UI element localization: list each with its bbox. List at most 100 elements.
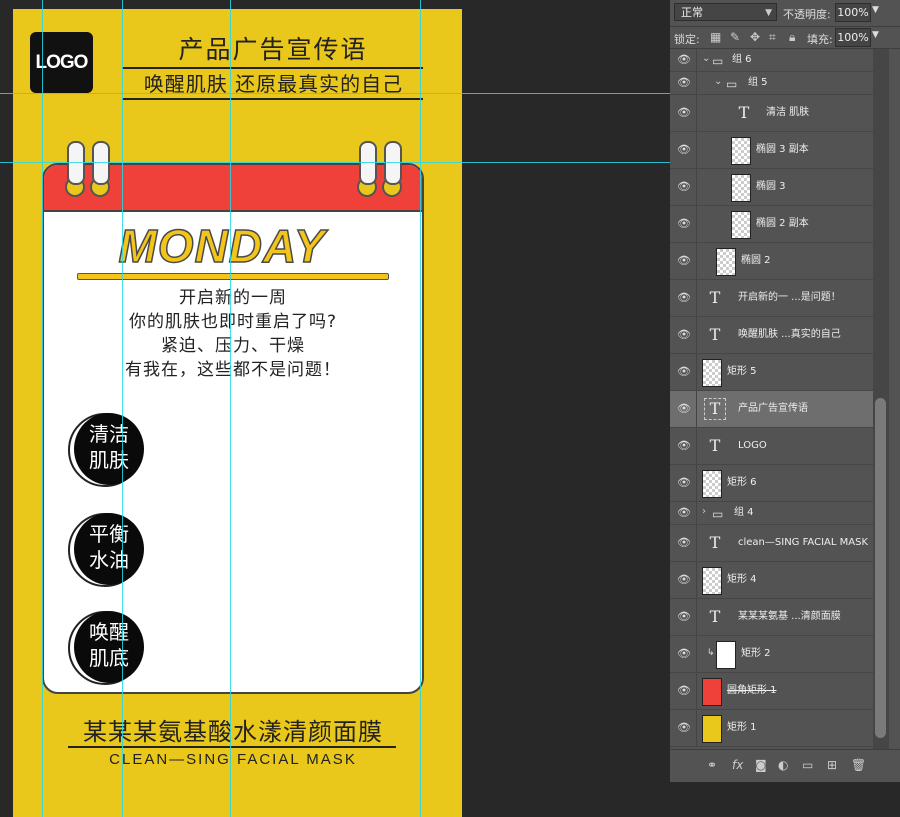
layer-row[interactable]: 👁︎ 矩形 1	[670, 710, 873, 747]
chevron-down-icon[interactable]: ▼	[872, 30, 879, 40]
layer-thumbnail	[702, 359, 722, 387]
eye-icon[interactable]: 👁︎	[677, 648, 691, 660]
layer-thumbnail	[716, 248, 736, 276]
body-line: 有我在，这些都不是问题！	[125, 360, 341, 380]
layer-row[interactable]: 👁︎ T clean—SING FACIAL MASK	[670, 525, 873, 562]
add-mask-icon[interactable]: ◙	[755, 758, 767, 772]
layer-thumbnail	[716, 641, 736, 669]
lock-all-icon[interactable]: 🔒︎	[789, 30, 795, 45]
text-layer-icon: T	[709, 325, 721, 344]
eye-icon[interactable]: 👁︎	[677, 722, 691, 734]
text-layer-icon: T	[709, 607, 721, 626]
layers-panel: 正常 ▼ 不透明度: 100% ▼ 锁定: ▦ ✎ ✥ ⌗ 🔒︎ 填充: 100…	[670, 0, 900, 782]
layer-row[interactable]: 👁︎ ↳ 矩形 2	[670, 636, 873, 673]
chevron-down-icon[interactable]: ▼	[872, 5, 879, 15]
binder-ring	[359, 141, 377, 185]
layer-row[interactable]: 👁︎ T 产品广告宣传语	[670, 391, 873, 428]
opacity-label: 不透明度:	[783, 8, 831, 21]
chevron-down-icon[interactable]: ⌄	[714, 76, 722, 87]
feature-badge: 平衡 水油	[68, 513, 144, 587]
folder-icon: ▭	[726, 77, 738, 91]
eye-icon[interactable]: 👁︎	[677, 77, 691, 89]
lock-transparent-icon[interactable]: ▦	[710, 30, 721, 44]
layer-thumbnail	[702, 715, 722, 743]
layer-row[interactable]: 👁︎ 椭圆 2	[670, 243, 873, 280]
text-layer-icon: T	[738, 103, 750, 122]
trash-icon[interactable]: 🗑︎	[851, 758, 866, 772]
lock-artboard-icon[interactable]: ⌗	[769, 30, 776, 45]
link-icon[interactable]: ⚭	[707, 758, 717, 772]
eye-icon[interactable]: 👁︎	[677, 107, 691, 119]
layer-row[interactable]: 👁︎ T LOGO	[670, 428, 873, 465]
fill-field[interactable]: 100%	[835, 28, 871, 47]
folder-icon: ▭	[712, 507, 724, 521]
eye-icon[interactable]: 👁︎	[677, 574, 691, 586]
eye-icon[interactable]: 👁︎	[677, 218, 691, 230]
eye-icon[interactable]: 👁︎	[677, 366, 691, 378]
eye-icon[interactable]: 👁︎	[677, 181, 691, 193]
chevron-right-icon[interactable]: ›	[702, 506, 706, 517]
layers-list: 👁︎ ⌄ ▭ 组 6 👁︎ ⌄ ▭ 组 5 👁︎ T 清洁 肌肤 👁︎ 椭圆 3…	[670, 49, 873, 749]
eye-icon[interactable]: 👁︎	[677, 144, 691, 156]
poster-canvas[interactable]: LOGO 产品广告宣传语 唤醒肌肤 还原最真实的自己 MONDAY 开启新的一周…	[13, 9, 462, 817]
layer-row[interactable]: 👁︎ 椭圆 2 副本	[670, 206, 873, 243]
lock-brush-icon[interactable]: ✎	[730, 30, 740, 44]
layer-row[interactable]: 👁︎ ⌄ ▭ 组 6	[670, 49, 873, 72]
text-layer-icon: T	[709, 533, 721, 552]
eye-icon[interactable]: 👁︎	[677, 477, 691, 489]
layer-row[interactable]: 👁︎ T 某某某氨基 ...清颜面膜	[670, 599, 873, 636]
lock-move-icon[interactable]: ✥	[750, 30, 760, 44]
eye-icon[interactable]: 👁︎	[677, 440, 691, 452]
text-layer-icon: T	[709, 436, 721, 455]
binder-ring	[67, 141, 85, 185]
layer-thumbnail	[731, 137, 751, 165]
body-copy: 开启新的一周 你的肌肤也即时重启了吗? 紧迫、压力、干燥 有我在，这些都不是问题…	[73, 286, 393, 382]
subline-rule	[122, 98, 423, 100]
adjustment-icon[interactable]: ◐	[778, 758, 788, 772]
layer-row[interactable]: 👁︎ 矩形 6	[670, 465, 873, 502]
layer-row[interactable]: 👁︎ 椭圆 3	[670, 169, 873, 206]
text-layer-icon: T	[709, 288, 721, 307]
body-line: 开启新的一周	[179, 288, 287, 308]
layer-row[interactable]: 👁︎ T 唤醒肌肤 ...真实的自己	[670, 317, 873, 354]
lock-row: 锁定: ▦ ✎ ✥ ⌗ 🔒︎ 填充: 100% ▼	[670, 26, 900, 49]
binder-ring	[92, 141, 110, 185]
day-title: MONDAY	[118, 219, 326, 273]
eye-icon[interactable]: 👁︎	[677, 292, 691, 304]
eye-icon[interactable]: 👁︎	[677, 403, 691, 415]
layer-row[interactable]: 👁︎ 椭圆 3 副本	[670, 132, 873, 169]
headline: 产品广告宣传语	[178, 35, 368, 64]
fx-button[interactable]: fx	[732, 758, 743, 772]
subline: 唤醒肌肤 还原最真实的自己	[143, 72, 404, 96]
opacity-field[interactable]: 100%	[835, 3, 871, 22]
product-rule	[68, 746, 396, 748]
lock-label: 锁定:	[674, 33, 700, 46]
layer-row[interactable]: 👁︎ T 开启新的一 ...是问题！	[670, 280, 873, 317]
chevron-down-icon: ▼	[765, 8, 772, 18]
new-layer-icon[interactable]: ⊞	[827, 758, 837, 772]
layer-row[interactable]: 👁︎ › ▭ 组 4	[670, 502, 873, 525]
clip-arrow-icon: ↳	[707, 648, 715, 658]
scrollbar-thumb[interactable]	[875, 398, 886, 738]
eye-icon[interactable]: 👁︎	[677, 685, 691, 697]
body-line: 紧迫、压力、干燥	[161, 336, 305, 356]
panel-footer: ⚭ fx ◙ ◐ ▭ ⊞ 🗑︎	[670, 749, 900, 782]
fill-label: 填充:	[807, 33, 833, 46]
chevron-down-icon[interactable]: ⌄	[702, 53, 710, 64]
product-name: 某某某氨基酸水漾清颜面膜	[83, 718, 383, 746]
blend-mode-select[interactable]: 正常 ▼	[674, 3, 777, 21]
eye-icon[interactable]: 👁︎	[677, 507, 691, 519]
layer-row[interactable]: 👁︎ ⌄ ▭ 组 5	[670, 72, 873, 95]
eye-icon[interactable]: 👁︎	[677, 537, 691, 549]
layer-row[interactable]: 👁︎ 矩形 4	[670, 562, 873, 599]
layer-thumbnail	[731, 174, 751, 202]
layer-row[interactable]: 👁︎ 圆角矩形 1	[670, 673, 873, 710]
eye-icon[interactable]: 👁︎	[677, 611, 691, 623]
layer-row[interactable]: 👁︎ T 清洁 肌肤	[670, 95, 873, 132]
new-group-icon[interactable]: ▭	[802, 758, 813, 772]
eye-icon[interactable]: 👁︎	[677, 255, 691, 267]
eye-icon[interactable]: 👁︎	[677, 54, 691, 66]
panel-options-row: 正常 ▼ 不透明度: 100% ▼	[670, 0, 900, 27]
layer-row[interactable]: 👁︎ 矩形 5	[670, 354, 873, 391]
eye-icon[interactable]: 👁︎	[677, 329, 691, 341]
